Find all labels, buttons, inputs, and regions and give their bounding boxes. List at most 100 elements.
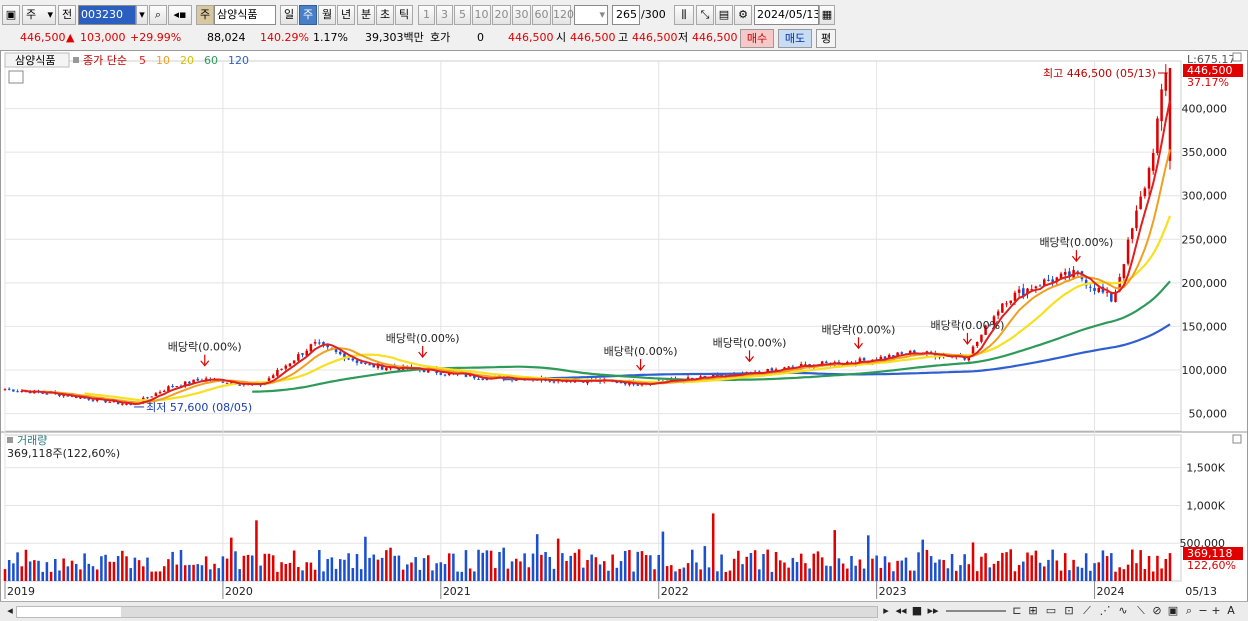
zoom-out-icon[interactable]: − xyxy=(1198,604,1208,620)
zoom-in-icon[interactable]: + xyxy=(1210,604,1222,620)
period-second-button[interactable]: 초 xyxy=(376,5,394,25)
period-week-button[interactable]: 주 xyxy=(299,5,317,25)
line-tool-icon[interactable]: ⟋ xyxy=(1080,604,1094,620)
type-select[interactable]: 주 ▾ xyxy=(22,5,56,25)
volume-bar xyxy=(334,568,338,581)
candle-body xyxy=(770,368,774,371)
legend-marker xyxy=(73,57,79,63)
gear-icon[interactable]: ⚙ xyxy=(734,5,752,25)
stop-icon[interactable]: ■ xyxy=(910,604,924,620)
volume-bar xyxy=(950,553,954,581)
dividend-label: 배당락(0.00%) xyxy=(604,345,678,358)
volume-bar xyxy=(1068,570,1071,581)
scroll-left-icon[interactable]: ◂ xyxy=(4,604,16,620)
toolbar: ▣ 주 ▾ 전 003230 ▾ ⌕ ◂▪ 주 삼양식품 일 주 월 년 분 초 … xyxy=(0,3,1248,27)
image-icon[interactable]: ▣ xyxy=(1166,604,1180,620)
x-axis-label: 2022 xyxy=(661,585,689,598)
volume-bar xyxy=(422,558,426,581)
volume-tick-label: 1,000K xyxy=(1186,499,1225,512)
volume-bar xyxy=(1059,570,1063,581)
trend-tool-icon[interactable]: ⋰ xyxy=(1098,604,1112,620)
candle-style-icon[interactable]: ⫼ xyxy=(674,5,694,25)
chart-area[interactable]: 50,000 100,000 150,000 200,000 250,000 300,00… xyxy=(0,50,1248,602)
interval-custom-input[interactable]: ▾ xyxy=(574,5,608,25)
volume-bar xyxy=(326,559,329,581)
volume-bar xyxy=(900,560,904,581)
x-axis-label: 2024 xyxy=(1097,585,1125,598)
volume-bar xyxy=(720,554,723,581)
current-pct-label: 37.17% xyxy=(1187,76,1229,89)
chart-canvas[interactable]: 50,000 100,000 150,000 200,000 250,000 300,00… xyxy=(1,51,1247,601)
sell-button[interactable]: 매도 xyxy=(778,29,812,48)
volume-bar xyxy=(921,539,925,581)
interval-60-button[interactable]: 60 xyxy=(532,5,551,25)
calendar-icon[interactable]: ▦ xyxy=(819,5,835,25)
volume-bar xyxy=(963,554,966,581)
volume-bar xyxy=(489,550,493,581)
period-tick-button[interactable]: 틱 xyxy=(395,5,413,25)
period-year-button[interactable]: 년 xyxy=(337,5,355,25)
period-day-button[interactable]: 일 xyxy=(280,5,298,25)
chevron-down-icon: ▾ xyxy=(47,8,53,21)
interval-5-button[interactable]: 5 xyxy=(454,5,471,25)
volume-bar xyxy=(209,569,212,581)
high-value: 446,500 xyxy=(632,31,678,44)
market-select[interactable]: 전 xyxy=(58,5,76,25)
volume-bar xyxy=(171,551,174,581)
count-input[interactable]: 265 xyxy=(612,5,640,25)
volume-bar xyxy=(934,562,937,581)
volume-bar xyxy=(188,564,191,581)
avg-button[interactable]: 평 xyxy=(816,29,836,48)
speaker-icon[interactable]: ◂▪ xyxy=(168,5,192,25)
volume-bar xyxy=(322,571,325,581)
period-minute-button[interactable]: 분 xyxy=(357,5,375,25)
scroll-right-icon[interactable]: ▸ xyxy=(880,604,892,620)
candle-body xyxy=(121,403,124,405)
volume-bar xyxy=(343,559,346,581)
volume-bar xyxy=(280,562,283,581)
scroll-track[interactable] xyxy=(16,606,878,618)
candle-body xyxy=(271,375,275,379)
interval-3-button[interactable]: 3 xyxy=(436,5,453,25)
window-icon[interactable]: ▣ xyxy=(2,5,20,25)
layout-icon[interactable]: ▭ xyxy=(1044,604,1058,620)
interval-30-button[interactable]: 30 xyxy=(512,5,531,25)
volume-bar xyxy=(707,567,711,581)
period-month-button[interactable]: 월 xyxy=(318,5,336,25)
link-icon[interactable]: ⊘ xyxy=(1150,604,1164,620)
volume-bar xyxy=(95,569,99,581)
grid-icon[interactable]: ⊞ xyxy=(1026,604,1040,620)
auto-scale-icon[interactable]: A xyxy=(1224,604,1238,620)
volume-bar xyxy=(112,561,116,581)
stock-name-field[interactable]: 삼양식품 xyxy=(214,5,276,25)
draw-tool-icon[interactable]: ⤡ xyxy=(696,5,714,25)
code-dropdown-icon[interactable]: ▾ xyxy=(136,5,148,25)
save-icon[interactable]: ▤ xyxy=(715,5,733,25)
forward-icon[interactable]: ▸▸ xyxy=(926,604,940,620)
volume-bar xyxy=(196,564,200,581)
stock-code-input[interactable]: 003230 xyxy=(78,5,136,25)
date-input[interactable]: 2024/05/13 xyxy=(754,5,819,25)
interval-120-button[interactable]: 120 xyxy=(552,5,574,25)
volume-bar xyxy=(263,553,267,581)
volume-bar xyxy=(896,560,899,581)
scroll-thumb[interactable] xyxy=(121,607,877,617)
interval-10-button[interactable]: 10 xyxy=(472,5,491,25)
layout-2-icon[interactable]: ⊡ xyxy=(1062,604,1076,620)
zoom-icon[interactable]: ⌕ xyxy=(1182,604,1196,620)
volume-bar xyxy=(246,554,250,581)
wave-tool-icon[interactable]: ∿ xyxy=(1116,604,1130,620)
zoom-slider[interactable] xyxy=(946,610,1006,612)
pattern-tool-icon[interactable]: ⟍ xyxy=(1134,604,1148,620)
split-icon[interactable]: ⊏ xyxy=(1010,604,1024,620)
candle-body xyxy=(1131,228,1134,239)
volume-bar xyxy=(1105,556,1109,581)
search-icon[interactable]: ⌕ xyxy=(149,5,167,25)
interval-1-button[interactable]: 1 xyxy=(418,5,435,25)
interval-20-button[interactable]: 20 xyxy=(492,5,511,25)
volume-bar xyxy=(74,563,78,581)
volume-bar xyxy=(1022,561,1025,581)
buy-button[interactable]: 매수 xyxy=(740,29,774,48)
rewind-icon[interactable]: ◂◂ xyxy=(894,604,908,620)
candle-body xyxy=(439,373,443,375)
